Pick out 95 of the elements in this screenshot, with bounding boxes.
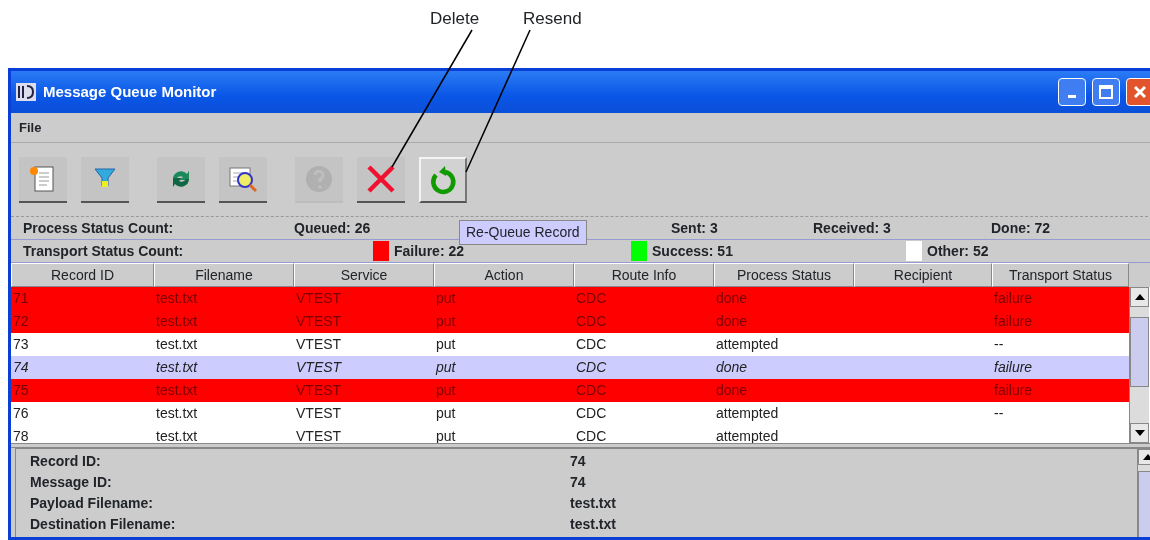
table-cell: test.txt [156,405,198,421]
column-header[interactable]: Process Status [714,263,854,287]
maximize-icon [1099,85,1113,99]
toolbar-button[interactable] [81,156,129,203]
callout-label: Resend [523,8,582,30]
table-cell: VTEST [296,428,342,443]
column-header[interactable]: Record ID [11,263,154,287]
table-cell: 73 [13,336,29,352]
table-cell: done [716,359,748,375]
table-row[interactable]: 74 test.txt VTEST put CDC done failure [11,356,1129,379]
table-cell: VTEST [296,336,342,352]
up-arrow-icon[interactable] [1134,294,1145,300]
field-label: Message ID: [30,473,113,492]
status-label: Process Status Count: [23,218,174,238]
column-header[interactable]: Action [434,263,574,287]
table-cell: 72 [13,313,29,329]
column-header[interactable]: Filename [154,263,294,287]
table-cell: VTEST [296,290,342,306]
table-cell: put [436,428,456,443]
field-label: Record ID: [30,452,102,471]
toolbar-button[interactable] [219,156,267,203]
tooltip: Re-Queue Record [459,220,587,245]
table-cell: CDC [576,336,607,352]
status-count: Queued: 26 [294,218,371,238]
status-count: Done: 72 [991,218,1051,238]
down-arrow-icon[interactable] [1134,430,1145,436]
table-cell: VTEST [296,405,342,421]
table-cell: put [436,290,456,306]
table-cell: attempted [716,336,779,352]
table-cell: put [436,336,456,352]
table-cell: VTEST [296,359,342,375]
table-cell: done [716,290,748,306]
status-label: Transport Status Count: [23,241,184,261]
table-cell: CDC [576,359,607,375]
column-header[interactable]: Recipient [854,263,992,287]
table-cell: failure [994,359,1033,375]
table-cell: CDC [576,428,607,443]
field-label: Payload Filename: [30,494,154,513]
minimize-button[interactable] [1058,78,1086,106]
table-cell: failure [994,290,1033,306]
table-cell: put [436,359,456,375]
table-cell: 76 [13,405,29,421]
table-cell: put [436,313,456,329]
table-cell: attempted [716,405,779,421]
table-cell: failure [994,382,1033,398]
close-icon [1133,85,1147,99]
table-cell: put [436,405,456,421]
delete-icon [365,162,397,195]
field-value: 74 [570,452,586,471]
status-count: Sent: 3 [671,218,718,238]
window-title: Message Queue Monitor [43,81,217,102]
table-cell: test.txt [156,313,198,329]
status-count: Received: 3 [813,218,891,238]
table-cell: 71 [13,290,29,306]
close-button[interactable] [1126,78,1150,106]
table-cell: CDC [576,313,607,329]
menu-item[interactable]: File [19,117,42,138]
table-cell: 78 [13,428,29,443]
table-cell: CDC [576,405,607,421]
table-cell: done [716,313,748,329]
table-cell: -- [994,336,1004,352]
table-cell: test.txt [156,336,198,352]
legend-label: Other: 52 [927,241,989,261]
table-cell: 75 [13,382,29,398]
callout-label: Delete [430,8,480,30]
table-cell: CDC [576,382,607,398]
field-value: test.txt [570,515,616,534]
table-cell: CDC [576,290,607,306]
column-header[interactable]: Service [294,263,434,287]
table-cell: test.txt [156,382,198,398]
table-cell: done [716,382,748,398]
field-value: 74 [570,473,586,492]
table-cell: VTEST [296,382,342,398]
table-cell: attempted [716,428,779,443]
table-cell: test.txt [156,359,198,375]
table-cell: put [436,382,456,398]
field-label: Destination Filename: [30,515,177,534]
toolbar-button[interactable] [19,156,67,203]
toolbar-button[interactable] [157,156,205,203]
table-cell: test.txt [156,428,198,443]
column-header[interactable]: Transport Status [992,263,1129,287]
column-header[interactable]: Route Info [574,263,714,287]
maximize-button[interactable] [1092,78,1120,106]
table-cell: test.txt [156,290,198,306]
up-arrow-icon[interactable] [1142,454,1150,461]
legend-label: Success: 51 [652,241,733,261]
table-cell: failure [994,313,1033,329]
minimize-icon [1068,94,1076,98]
table-cell: VTEST [296,313,342,329]
scrollbar[interactable] [1129,287,1149,443]
table-cell: 74 [13,359,29,375]
table-cell: -- [994,405,1004,421]
toolbar-button[interactable] [357,156,405,203]
field-value: test.txt [570,494,616,513]
app-icon [15,82,37,102]
